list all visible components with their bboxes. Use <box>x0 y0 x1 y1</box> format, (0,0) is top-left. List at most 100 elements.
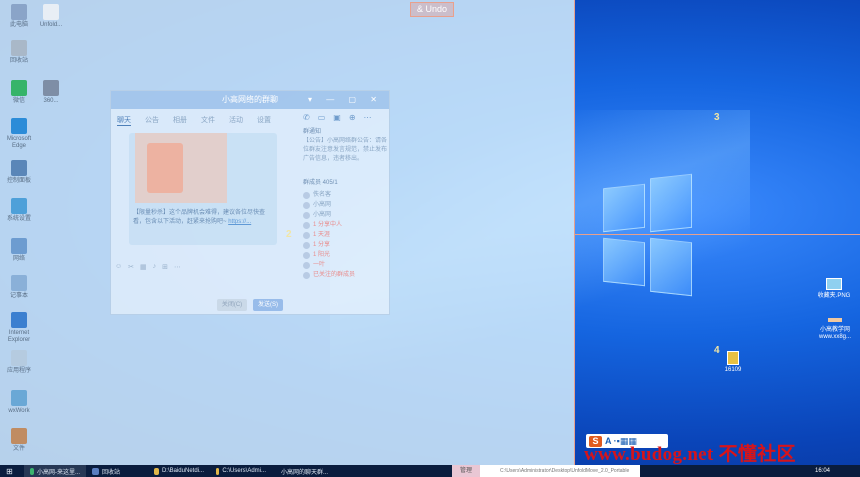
desktop-icon[interactable]: 控制面板 <box>2 160 36 185</box>
member-row[interactable]: 1 分享中人 <box>303 220 387 230</box>
app-icon <box>154 467 159 475</box>
phone-icon[interactable]: ✆ <box>303 113 310 122</box>
desktop-icon-label: 回收站 <box>9 58 28 64</box>
desktop-icon-label: wxWork <box>8 408 30 414</box>
send-button[interactable]: 发送(S) <box>253 299 283 311</box>
tab-settings[interactable]: 设置 <box>257 115 271 126</box>
member-row[interactable]: 1 分享 <box>303 240 387 250</box>
windows-start-icon: ⊞ <box>6 466 13 476</box>
member-name: 已关注的群成员 <box>313 271 356 278</box>
tab-album[interactable]: 相册 <box>173 115 187 126</box>
desktop-icon[interactable]: 微信 <box>2 80 36 105</box>
chat-message-bubble[interactable]: 【限量秒杀】这个品牌机会难得，建议各位尽快查看，包含以下活动，赶紧来抢购吧~ h… <box>129 133 277 245</box>
desktop-icon[interactable]: Microsoft Edge <box>2 118 36 150</box>
chat-window[interactable]: 小高网络的群聊 ▾ — ▢ ✕ 聊天 公告 相册 文件 活动 设置 【限量秒杀】… <box>110 90 390 315</box>
desktop-icon[interactable]: 文件 <box>2 428 36 453</box>
member-name: 1 分享中人 <box>313 221 343 228</box>
avatar <box>303 271 310 279</box>
desktop-icon-label: 微信 <box>12 98 25 104</box>
clock[interactable]: 16:04 <box>815 465 830 477</box>
desktop-icon-label: 记事本 <box>9 293 28 299</box>
avatar <box>303 221 310 229</box>
undo-button[interactable]: & Undo <box>410 2 454 17</box>
tab-activity[interactable]: 活动 <box>229 115 243 126</box>
link-file-icon <box>828 318 842 322</box>
app-icon <box>30 467 34 475</box>
message-image[interactable] <box>135 133 227 203</box>
music-icon[interactable]: ♪ <box>153 263 157 271</box>
window-controls[interactable]: ▾ — ▢ ✕ <box>308 91 383 109</box>
taskbar-item[interactable]: 回收站 <box>86 465 148 477</box>
desktop-icon[interactable]: 回收站 <box>2 40 36 65</box>
grid-icon[interactable]: ⊞ <box>162 263 168 271</box>
desktop-icon-archive[interactable]: 16109 <box>718 351 748 374</box>
tab-notice[interactable]: 公告 <box>145 115 159 126</box>
tab-chat[interactable]: 聊天 <box>117 115 131 126</box>
emoji-icon[interactable]: ☺ <box>115 263 122 271</box>
tab-files[interactable]: 文件 <box>201 115 215 126</box>
more-icon[interactable]: ⋯ <box>364 113 372 122</box>
desktop-icon-image[interactable]: 收藏夹.PNG <box>814 278 854 300</box>
member-name: 1 分享 <box>313 241 331 248</box>
desktop-icon[interactable]: wxWork <box>2 390 36 415</box>
taskbar-item[interactable]: 小高网的聊天群... <box>272 465 334 477</box>
screen-icon[interactable]: ▣ <box>333 113 341 122</box>
explorer-path-bar[interactable]: C:\Users\Administrator\Desktop\UnfoldMov… <box>480 465 640 477</box>
member-name: 小高网 <box>313 201 332 208</box>
desktop-icon-label: 网络 <box>12 256 25 262</box>
member-row[interactable]: 佚名客 <box>303 190 387 200</box>
avatar <box>303 251 310 259</box>
desktop-icon-label: 16109 <box>724 367 742 373</box>
app-icon <box>11 428 27 444</box>
desktop-icon-label: 此电脑 <box>9 22 28 28</box>
member-row[interactable]: 一叶 <box>303 260 387 270</box>
member-row[interactable]: 小高网 <box>303 210 387 220</box>
poster-graphic <box>147 143 183 193</box>
avatar <box>303 201 310 209</box>
avatar <box>303 261 310 269</box>
add-icon[interactable]: ⊕ <box>349 113 356 122</box>
message-text: 【限量秒杀】这个品牌机会难得，建议各位尽快查看，包含以下活动，赶紧来抢购吧~ h… <box>133 209 275 227</box>
desktop-icon[interactable]: 记事本 <box>2 275 36 300</box>
taskbar-item-label: 小高网-来这里... <box>37 469 80 476</box>
app-icon <box>11 118 27 134</box>
desktop-icon[interactable]: 360... <box>34 80 68 105</box>
app-icon <box>11 80 27 96</box>
screenshot-icon[interactable]: ✂ <box>128 263 134 271</box>
taskbar-item[interactable]: 小高网-来这里... <box>24 465 86 477</box>
desktop-icon-label: Microsoft Edge <box>6 136 32 149</box>
taskbar-item[interactable]: D:\BaiduNetdi... <box>148 465 210 477</box>
watermark: www.budog.net 不懂社区 <box>584 444 796 465</box>
video-icon[interactable]: ▭ <box>318 113 326 122</box>
desktop-icon[interactable]: 应用程序 <box>2 350 36 375</box>
taskbar-item[interactable]: C:\Users\Admi... <box>210 465 272 477</box>
image-icon[interactable]: ▦ <box>140 263 147 271</box>
taskbar-item-label: D:\BaiduNetdi... <box>161 468 204 474</box>
close-button[interactable]: 关闭(C) <box>217 299 247 311</box>
app-icon <box>11 160 27 176</box>
desktop-icon-label: 系统设置 <box>6 216 31 222</box>
member-row[interactable]: 已关注的群成员 <box>303 270 387 280</box>
member-name: 小高网 <box>313 211 332 218</box>
desktop-icon[interactable]: Internet Explorer <box>2 312 36 344</box>
app-icon <box>43 4 59 20</box>
taskbar-manager-tab[interactable]: 管理 <box>452 465 480 477</box>
desktop: 收藏夹.PNG 小高教学网 www.xx8g... 16109 S A ·▪▦▦… <box>0 0 860 465</box>
member-row[interactable]: 小高网 <box>303 200 387 210</box>
windows-logo-pane <box>603 183 645 233</box>
desktop-icon-link[interactable]: 小高教学网 www.xx8g... <box>812 318 858 341</box>
member-row[interactable]: 1 阳光 <box>303 250 387 260</box>
taskbar-item-label: 小高网的聊天群... <box>281 469 329 476</box>
desktop-icon[interactable]: 系统设置 <box>2 198 36 223</box>
chat-titlebar[interactable]: 小高网络的群聊 ▾ — ▢ ✕ <box>111 91 389 109</box>
desktop-icon-label: Internet Explorer <box>7 330 31 343</box>
start-button[interactable]: ⊞ <box>0 465 24 477</box>
desktop-icon[interactable]: 此电脑 <box>2 4 36 29</box>
desktop-icon-label: Unfold... <box>39 22 63 28</box>
taskbar-items: 小高网-来这里... 回收站 D:\BaiduNetdi... C:\Users\Ad… <box>24 465 334 477</box>
member-row[interactable]: 1 天涯 <box>303 230 387 240</box>
more-icon[interactable]: ⋯ <box>174 263 181 271</box>
message-link[interactable]: https://... <box>228 219 251 225</box>
desktop-icon[interactable]: 网络 <box>2 238 36 263</box>
desktop-icon[interactable]: Unfold... <box>34 4 68 29</box>
